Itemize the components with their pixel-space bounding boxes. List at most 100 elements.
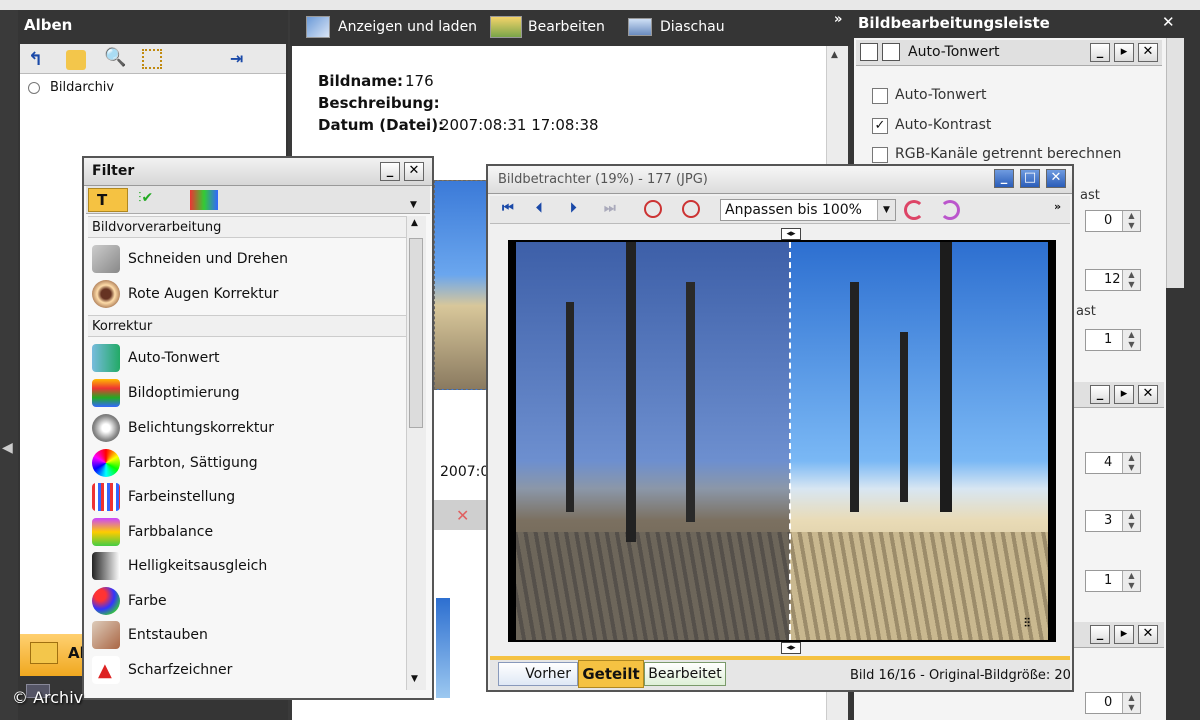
detach-button[interactable]: ▸: [1114, 43, 1134, 62]
filter-title: Filter: [92, 163, 135, 179]
levels-icon[interactable]: [882, 43, 900, 61]
toolbar-overflow-icon[interactable]: »: [834, 12, 842, 27]
edit-bar-title: Bildbearbeitungsleiste: [858, 14, 1050, 32]
scissors-icon: [92, 245, 120, 273]
tree-icon[interactable]: [142, 49, 162, 69]
viewer-close-button[interactable]: ✕: [1046, 169, 1066, 188]
filter-item-auto-tonwert[interactable]: Auto-Tonwert: [92, 341, 219, 375]
spin-3[interactable]: 1 ▲ ▼: [1085, 329, 1141, 351]
eye-icon: [92, 280, 120, 308]
albums-title: Alben: [24, 16, 73, 34]
edit-icon: [490, 16, 522, 38]
image-after: [790, 242, 1048, 640]
tab-vorher[interactable]: Vorher: [498, 662, 578, 686]
radio-icon[interactable]: [28, 82, 40, 94]
tab-geteilt[interactable]: Geteilt: [578, 660, 644, 688]
detach-button-3[interactable]: ▸: [1114, 625, 1134, 644]
zoom-out-icon[interactable]: [644, 200, 662, 218]
tab-bearbeitet[interactable]: Bearbeitet: [644, 662, 726, 686]
albums-toolbar: ↰ 🔍 ⇥: [20, 44, 286, 74]
adjust-filter-icon[interactable]: ⫶✔: [138, 190, 153, 206]
close-button-3[interactable]: ✕: [1138, 625, 1158, 644]
filter-item-farbton[interactable]: Farbton, Sättigung: [92, 446, 258, 480]
watermark: © Archiv: [12, 688, 84, 707]
delete-icon[interactable]: ✕: [456, 506, 469, 525]
up-arrow-icon[interactable]: ↰: [28, 49, 48, 70]
ast-label-1: ast: [1080, 188, 1100, 203]
sliders-icon: [92, 483, 120, 511]
split-handle-bottom-icon[interactable]: ◂▸: [781, 642, 801, 654]
filter-item-entstauben[interactable]: Entstauben: [92, 618, 208, 652]
filter-item-helligkeit[interactable]: Helligkeitsausgleich: [92, 549, 267, 583]
minimize-button-3[interactable]: _: [1090, 625, 1110, 644]
slideshow-button[interactable]: Diaschau: [660, 19, 725, 35]
filter-item-farbbalance[interactable]: Farbbalance: [92, 515, 213, 549]
adjust-icon[interactable]: ⫶⫶: [1024, 616, 1030, 631]
auto-tonwert-label: Auto-Tonwert: [895, 87, 987, 103]
edit-button[interactable]: Bearbeiten: [528, 19, 605, 35]
left-arrow-icon[interactable]: ◀: [2, 440, 13, 456]
filter-item-farbe[interactable]: Farbe: [92, 584, 167, 618]
zoom-select[interactable]: Anpassen bis 100% ▼: [720, 199, 896, 221]
edit-bar-close-icon[interactable]: ✕: [1162, 13, 1175, 31]
info-date-value: 2007:08:31 17:08:38: [440, 116, 599, 134]
thumbnail-image[interactable]: [434, 180, 490, 390]
auto-kontrast-checkbox[interactable]: ✓: [872, 118, 888, 134]
spin-4[interactable]: 4 ▲ ▼: [1085, 452, 1141, 474]
filter-item-belichtung[interactable]: Belichtungskorrektur: [92, 411, 274, 445]
close-button-2[interactable]: ✕: [1138, 385, 1158, 404]
filter-item-farbeinstellung[interactable]: Farbeinstellung: [92, 480, 235, 514]
filter-scroll-thumb[interactable]: [409, 238, 423, 428]
filter-scrollbar[interactable]: ▲ ▼: [406, 216, 426, 690]
filter-item-crop[interactable]: Schneiden und Drehen: [92, 242, 288, 276]
image-before: [516, 242, 790, 640]
prev-icon[interactable]: ⏴: [536, 201, 543, 216]
last-icon[interactable]: ⏭: [604, 201, 616, 216]
zoom-in-icon[interactable]: [682, 200, 700, 218]
folder-icon[interactable]: [66, 50, 86, 70]
section-correction: Korrektur: [88, 315, 406, 337]
viewer-overflow-icon[interactable]: »: [1054, 200, 1061, 213]
next-icon[interactable]: ⏵: [570, 201, 577, 216]
filter-item-bildoptimierung[interactable]: Bildoptimierung: [92, 376, 240, 410]
crop-icon[interactable]: [860, 43, 878, 61]
viewer-title: Bildbetrachter (19%) - 177 (JPG): [498, 172, 708, 187]
filter-minimize-button[interactable]: _: [380, 162, 400, 181]
rotate-left-icon[interactable]: [904, 200, 924, 220]
split-handle-top-icon[interactable]: ◂▸: [781, 228, 801, 240]
spin-6[interactable]: 1 ▲ ▼: [1085, 570, 1141, 592]
close-button[interactable]: ✕: [1138, 43, 1158, 62]
viewer-maximize-button[interactable]: □: [1020, 169, 1040, 188]
filter-item-scharfzeichner[interactable]: ▲ Scharfzeichner: [92, 653, 232, 687]
first-icon[interactable]: ⏮: [502, 201, 514, 216]
export-icon[interactable]: ⇥: [230, 49, 250, 69]
filter-toolbar: T ⫶✔ ▼: [86, 186, 430, 214]
edit-bar-scrollbar[interactable]: [1166, 38, 1184, 288]
filter-close-button[interactable]: ✕: [404, 162, 424, 181]
optimize-icon: [92, 379, 120, 407]
info-date-partial: 2007:0: [440, 464, 490, 480]
minimize-button-2[interactable]: _: [1090, 385, 1110, 404]
search-icon[interactable]: 🔍: [104, 47, 126, 68]
spin-2[interactable]: 12 ▲ ▼: [1085, 269, 1141, 291]
rgb-checkbox[interactable]: [872, 147, 888, 163]
thumbnail-small[interactable]: [436, 598, 450, 698]
auto-tonwert-checkbox[interactable]: [872, 88, 888, 104]
spin-5[interactable]: 3 ▲ ▼: [1085, 510, 1141, 532]
spin-7[interactable]: 0 ▲ ▼: [1085, 692, 1141, 714]
filter-toolbar-dropdown-icon[interactable]: ▼: [410, 200, 417, 210]
rotate-right-icon[interactable]: [940, 200, 960, 220]
spin-1[interactable]: 0 ▲ ▼: [1085, 210, 1141, 232]
color-filter-icon[interactable]: [190, 190, 218, 210]
detach-button-2[interactable]: ▸: [1114, 385, 1134, 404]
text-filter-icon[interactable]: T: [88, 188, 128, 212]
info-date-label: Datum (Datei):: [318, 116, 445, 134]
filter-item-redeye[interactable]: Rote Augen Korrektur: [92, 277, 278, 311]
info-name-value: 176: [405, 72, 434, 90]
view-load-button[interactable]: Anzeigen und laden: [338, 19, 477, 35]
viewer-minimize-button[interactable]: _: [994, 169, 1014, 188]
minimize-button[interactable]: _: [1090, 43, 1110, 62]
tree-item-bildarchiv[interactable]: Bildarchiv: [50, 80, 114, 95]
split-divider[interactable]: [789, 242, 791, 640]
chevron-down-icon[interactable]: ▼: [877, 200, 895, 220]
